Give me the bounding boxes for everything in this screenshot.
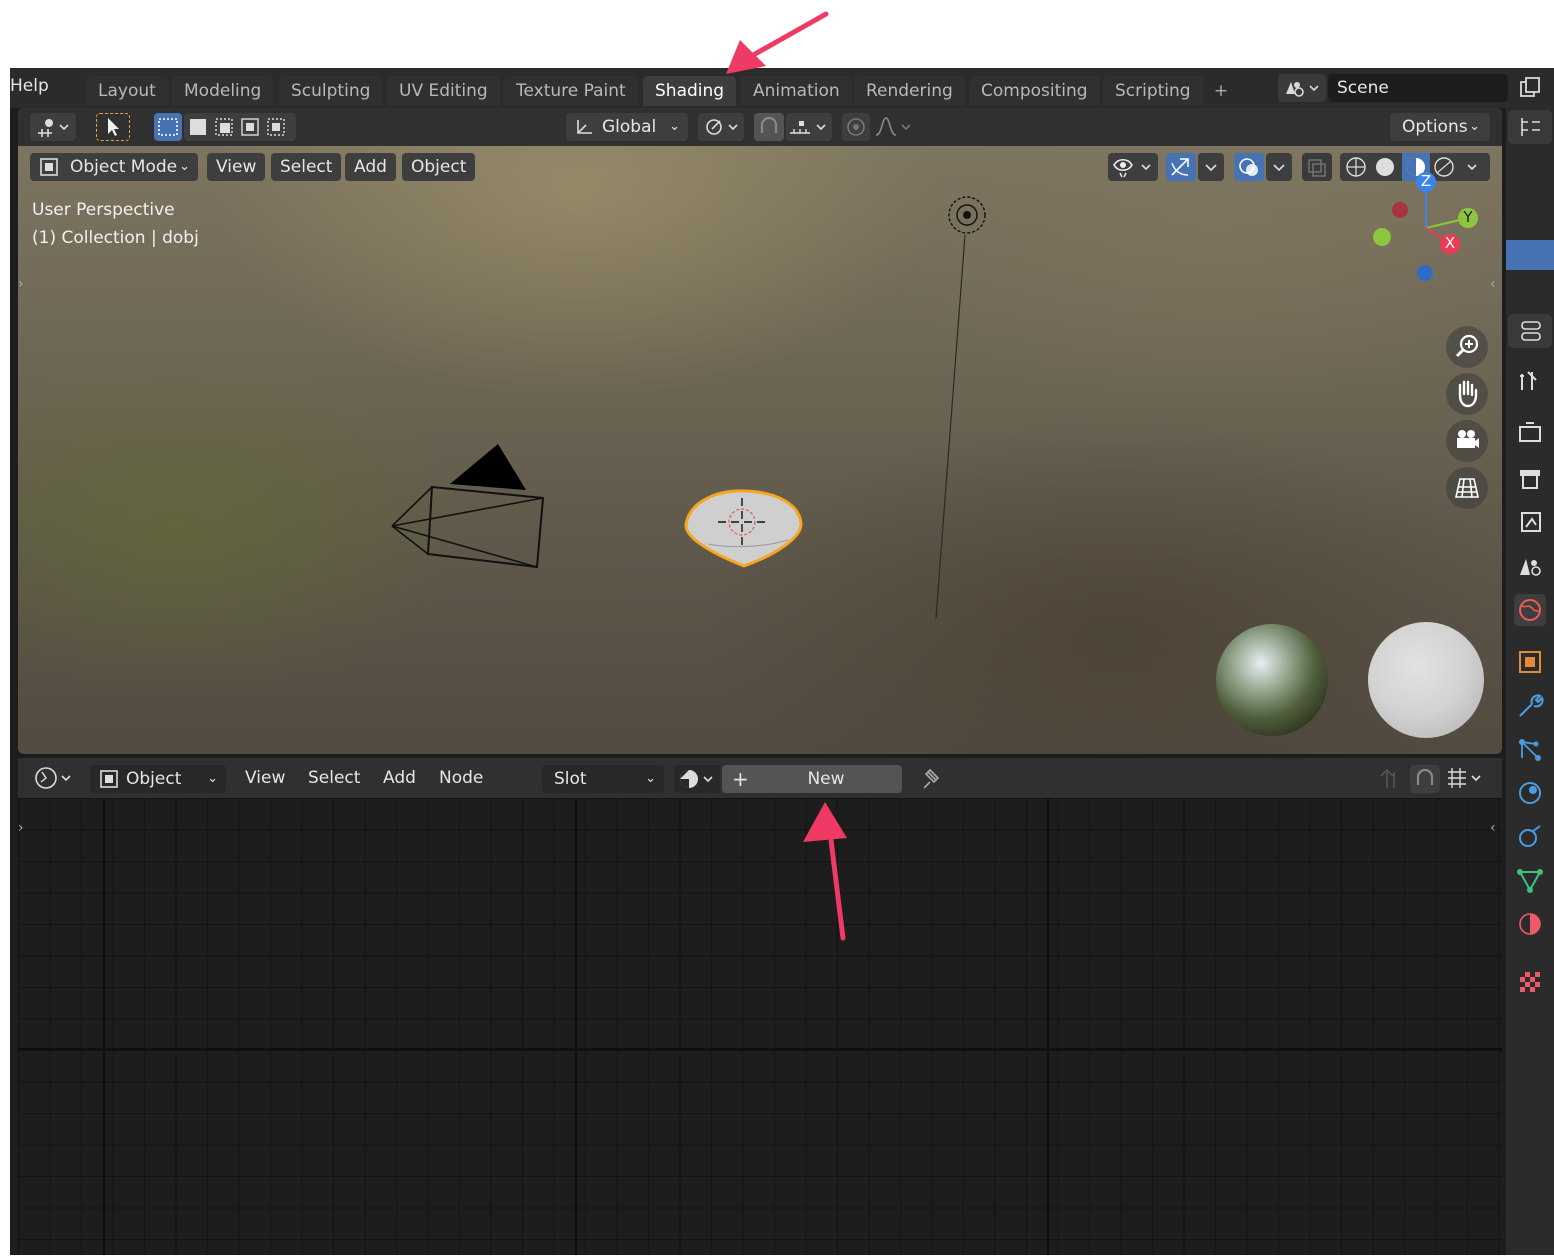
zoom-button[interactable]: [1446, 326, 1488, 368]
hdri-sphere-preview: [1216, 624, 1328, 736]
magnet-icon: [1416, 768, 1434, 785]
node-sidebar-expand-icon[interactable]: ‹: [1490, 820, 1496, 836]
shader-type-label: Object: [126, 769, 182, 789]
data-icon: [1517, 869, 1543, 893]
grid-perspective-icon: [1455, 478, 1479, 498]
outliner-icon: [1521, 118, 1540, 136]
chevron-down-icon: ⌄: [645, 771, 656, 786]
tab-texture-paint[interactable]: Texture Paint: [504, 76, 638, 106]
texture-icon: [1520, 972, 1540, 992]
tool-icon: [1520, 371, 1537, 390]
object-icon: [100, 770, 118, 788]
annotation-arrow-shading: [726, 11, 829, 74]
grid-major-line: [575, 798, 577, 1255]
blender-window: Help Layout Modeling Sculpting UV Editin…: [10, 68, 1554, 1255]
tab-shading[interactable]: Shading: [643, 76, 737, 106]
tab-layout[interactable]: Layout: [86, 76, 168, 106]
camera-view-button[interactable]: [1446, 420, 1488, 462]
scene-icon: [1286, 82, 1319, 97]
node-toolbar-expand-icon[interactable]: ›: [18, 820, 24, 836]
add-workspace-button[interactable]: +: [1208, 76, 1234, 106]
pin-button[interactable]: [914, 758, 944, 798]
3d-viewport[interactable]: Global ⌄ Options ⌄ Object Mode ⌄ View Se…: [18, 108, 1502, 754]
properties-tabs[interactable]: [1506, 358, 1554, 1058]
hand-icon: [1458, 380, 1478, 408]
tab-uv-editing[interactable]: UV Editing: [387, 76, 500, 106]
help-menu[interactable]: Help: [10, 76, 49, 96]
node-view-menu[interactable]: View: [245, 758, 285, 798]
shader-type-dropdown[interactable]: Object ⌄: [90, 765, 226, 793]
physics-icon: [1519, 782, 1541, 804]
browse-material-dropdown[interactable]: [674, 765, 720, 793]
node-node-menu[interactable]: Node: [439, 758, 483, 798]
editor-type-dropdown[interactable]: [32, 758, 78, 798]
pin-icon: [923, 768, 940, 789]
scene-selector-button[interactable]: [1278, 74, 1326, 102]
camera-icon: [1457, 430, 1479, 448]
material-sphere-icon: [680, 770, 713, 788]
properties-header[interactable]: [1508, 314, 1552, 348]
pan-button[interactable]: [1446, 373, 1488, 415]
chevron-down-icon: ⌄: [207, 771, 218, 786]
selected-mesh-object: [684, 489, 803, 568]
tab-modeling[interactable]: Modeling: [172, 76, 274, 106]
annotation-arrow-new: [803, 802, 847, 941]
outliner-header[interactable]: [1508, 110, 1552, 144]
material-slot-dropdown[interactable]: Slot ⌄: [542, 765, 664, 793]
new-material-button[interactable]: + New: [722, 765, 902, 793]
grid-major-line: [1047, 798, 1049, 1255]
node-select-menu[interactable]: Select: [308, 758, 360, 798]
slot-label: Slot: [554, 769, 587, 789]
node-add-menu[interactable]: Add: [383, 758, 416, 798]
gizmo-x-label: X: [1444, 234, 1456, 252]
particles-icon: [1519, 739, 1541, 761]
tab-animation[interactable]: Animation: [741, 76, 852, 106]
world-icon: [1514, 594, 1546, 626]
light-object: [935, 196, 986, 619]
grid-major-line: [103, 798, 105, 1255]
snap-grid-icon: [1448, 768, 1481, 788]
gizmo-y-label: Y: [1463, 208, 1473, 226]
properties-icon: [1521, 321, 1541, 341]
tab-rendering[interactable]: Rendering: [854, 76, 965, 106]
scene-name-field[interactable]: Scene: [1328, 74, 1508, 102]
new-scene-icon[interactable]: [1516, 74, 1544, 102]
node-snap-toggle[interactable]: [1410, 765, 1440, 793]
outliner-selected-row[interactable]: [1506, 240, 1554, 270]
tab-compositing[interactable]: Compositing: [969, 76, 1100, 106]
camera-object: [391, 444, 545, 569]
zoom-icon: [1455, 334, 1479, 358]
material-icon: [1519, 913, 1541, 935]
properties-editor: [1506, 108, 1554, 1255]
modifier-icon: [1519, 694, 1544, 717]
output-icon: [1520, 470, 1540, 489]
tab-scripting[interactable]: Scripting: [1103, 76, 1203, 106]
parent-node-tree-button[interactable]: [1372, 758, 1402, 798]
new-material-label: New: [807, 769, 845, 789]
render-icon: [1519, 422, 1541, 442]
grid-major-line: [18, 1048, 1502, 1050]
gizmo-z-label: Z: [1420, 172, 1432, 190]
object-icon: [1519, 651, 1541, 673]
ortho-toggle-button[interactable]: [1446, 467, 1488, 509]
view-layer-icon: [1521, 512, 1541, 532]
shader-editor-header: Object ⌄ View Select Add Node Slot ⌄ + N…: [18, 758, 1502, 798]
arrow-up-icon: [1380, 768, 1395, 788]
node-editor-canvas[interactable]: [18, 798, 1502, 1255]
shader-editor-icon: [35, 767, 71, 789]
node-snap-dropdown[interactable]: [1442, 758, 1490, 798]
navigation-gizmo[interactable]: [1364, 172, 1484, 292]
material-sphere-preview: [1368, 622, 1484, 738]
constraints-icon: [1519, 825, 1541, 847]
scene-icon: [1520, 559, 1541, 576]
tab-sculpting[interactable]: Sculpting: [279, 76, 383, 106]
